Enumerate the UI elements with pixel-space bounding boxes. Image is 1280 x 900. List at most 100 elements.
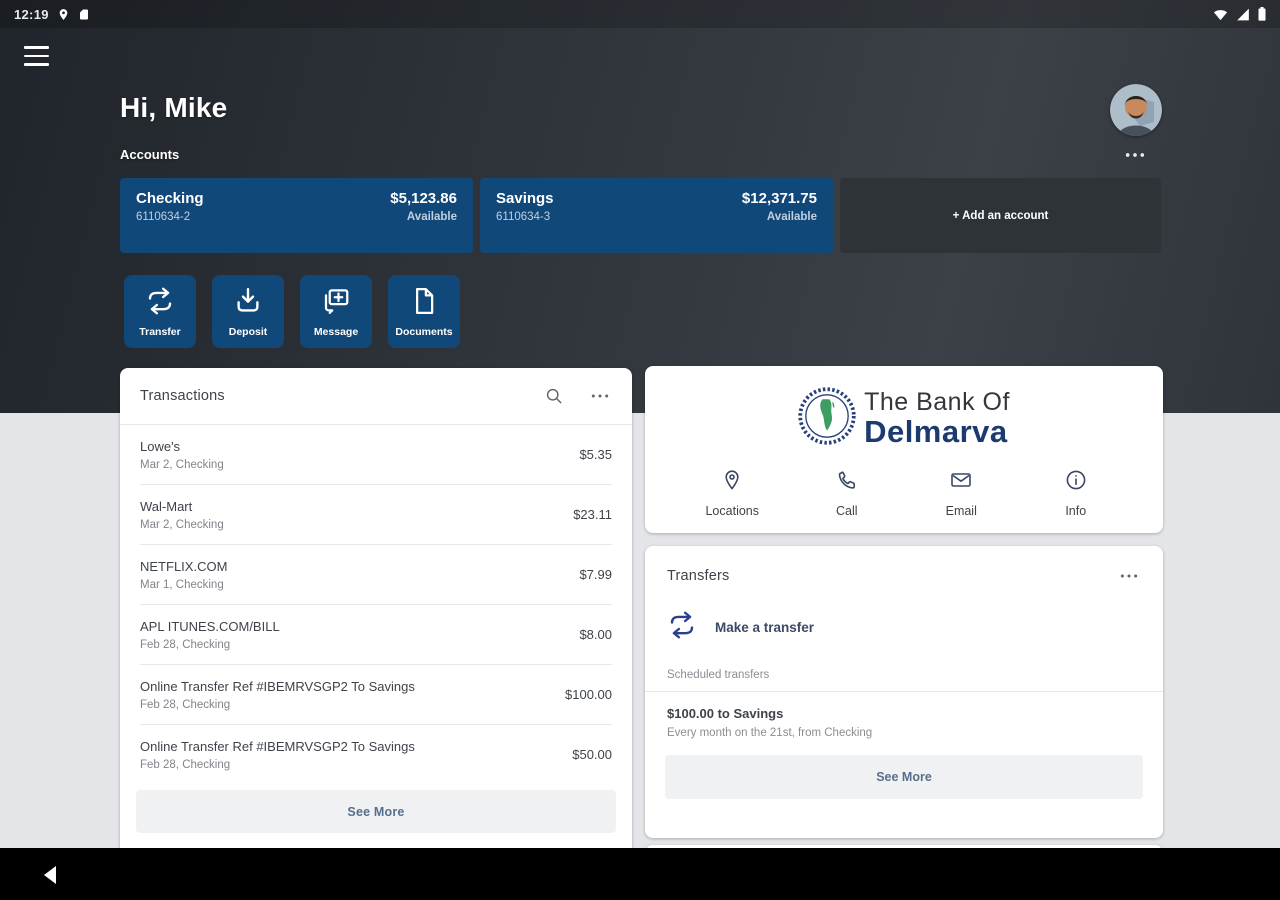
transfer-button[interactable]: Transfer (124, 275, 196, 348)
menu-icon[interactable] (24, 46, 49, 66)
transaction-meta: Mar 2, Checking (140, 458, 224, 471)
transactions-card: Transactions Lowe's Mar 2, Checking $5.3… (120, 368, 632, 860)
quick-actions: Transfer Deposit Message Documents (124, 275, 460, 348)
transactions-title: Transactions (140, 388, 225, 404)
add-account-button[interactable]: + Add an account (840, 178, 1161, 253)
transaction-row[interactable]: APL ITUNES.COM/BILL Feb 28, Checking $8.… (120, 605, 632, 664)
account-name: Checking (136, 190, 204, 207)
quick-action-label: Message (313, 326, 359, 338)
make-transfer-button[interactable]: Make a transfer (645, 610, 1163, 645)
transfers-more-icon[interactable] (1117, 571, 1141, 581)
transactions-see-more-button[interactable]: See More (136, 790, 616, 833)
transaction-merchant: Lowe's (140, 438, 181, 454)
transaction-merchant: Wal-Mart (140, 498, 193, 514)
quick-action-label: Transfer (139, 326, 181, 338)
transaction-meta: Feb 28, Checking (140, 758, 231, 771)
transfers-header: Transfers (645, 546, 1163, 584)
bank-seal-icon (798, 387, 856, 450)
transaction-row[interactable]: Wal-Mart Mar 2, Checking $23.11 (120, 485, 632, 544)
call-button[interactable]: Call (802, 468, 892, 518)
scheduled-transfer-row[interactable]: $100.00 to Savings Every month on the 21… (645, 692, 1163, 739)
contact-label: Locations (705, 504, 759, 518)
cell-signal-icon (1236, 8, 1250, 21)
bank-contacts-row: Locations Call Email Info (645, 468, 1163, 518)
search-icon[interactable] (542, 384, 566, 408)
transfer-icon (145, 286, 175, 319)
savings-account-card[interactable]: Savings 6110634-3 $12,371.75 Available (480, 178, 833, 253)
transaction-amount: $8.00 (579, 627, 612, 642)
deposit-button[interactable]: Deposit (212, 275, 284, 348)
transaction-row[interactable]: Lowe's Mar 2, Checking $5.35 (120, 425, 632, 484)
phone-icon (835, 468, 859, 495)
account-number: 6110634-2 (136, 211, 191, 223)
transfers-title: Transfers (667, 568, 730, 584)
sd-card-icon (78, 8, 90, 21)
transaction-amount: $7.99 (579, 567, 612, 582)
scheduled-transfer-meta: Every month on the 21st, from Checking (667, 727, 873, 739)
location-pin-icon (720, 468, 744, 495)
battery-icon (1258, 7, 1266, 21)
info-icon (1064, 468, 1088, 495)
transaction-amount: $5.35 (579, 447, 612, 462)
make-transfer-label: Make a transfer (715, 620, 815, 635)
deposit-icon (233, 286, 263, 319)
message-button[interactable]: Message (300, 275, 372, 348)
transaction-meta: Mar 1, Checking (140, 578, 224, 591)
transaction-row[interactable]: Online Transfer Ref #IBEMRVSGP2 To Savin… (120, 725, 632, 784)
transaction-meta: Mar 2, Checking (140, 518, 224, 531)
transaction-amount: $50.00 (572, 747, 612, 762)
location-pin-icon (57, 8, 70, 21)
bank-name-line2: Delmarva (864, 414, 1008, 449)
transaction-meta: Feb 28, Checking (140, 698, 231, 711)
message-icon (321, 286, 351, 319)
contact-label: Email (945, 504, 977, 518)
documents-icon (409, 286, 439, 319)
transaction-row[interactable]: NETFLIX.COM Mar 1, Checking $7.99 (120, 545, 632, 604)
transfer-icon (667, 610, 697, 645)
contact-label: Call (835, 504, 858, 518)
bank-logo: The Bank Of Delmarva (645, 387, 1163, 450)
info-button[interactable]: Info (1031, 468, 1121, 518)
transfers-card: Transfers Make a transfer Scheduled tran… (645, 546, 1163, 838)
email-button[interactable]: Email (916, 468, 1006, 518)
transfers-see-more-button[interactable]: See More (665, 755, 1143, 799)
back-icon[interactable] (40, 864, 60, 886)
banking-app-screen: 12:19 Hi, Mike Accounts Checking 6110634… (0, 0, 1280, 900)
documents-button[interactable]: Documents (388, 275, 460, 348)
transaction-meta: Feb 28, Checking (140, 638, 231, 651)
quick-action-label: Documents (395, 326, 453, 338)
transactions-more-icon[interactable] (588, 391, 612, 401)
accounts-more-icon[interactable] (1124, 146, 1146, 161)
accounts-section-label: Accounts (120, 147, 180, 162)
account-name: Savings (496, 190, 554, 207)
contact-label: Info (1065, 504, 1087, 518)
account-availability: Available (766, 211, 817, 223)
bank-info-card: The Bank Of Delmarva Locations Call Emai… (645, 366, 1163, 533)
transaction-merchant: NETFLIX.COM (140, 558, 228, 574)
bank-name-line1: The Bank Of (864, 388, 1010, 416)
recents-icon[interactable] (1223, 864, 1240, 881)
transaction-amount: $100.00 (565, 687, 612, 702)
avatar[interactable] (1110, 84, 1162, 136)
home-icon[interactable] (120, 864, 136, 880)
status-bar: 12:19 (0, 0, 1280, 28)
checking-account-card[interactable]: Checking 6110634-2 $5,123.86 Available (120, 178, 473, 253)
transaction-merchant: Online Transfer Ref #IBEMRVSGP2 To Savin… (140, 678, 415, 694)
greeting-title: Hi, Mike (120, 92, 228, 123)
account-number: 6110634-3 (496, 211, 551, 223)
account-balance: $12,371.75 (741, 190, 817, 207)
account-balance: $5,123.86 (390, 190, 457, 207)
envelope-icon (948, 468, 974, 495)
transaction-merchant: Online Transfer Ref #IBEMRVSGP2 To Savin… (140, 738, 415, 754)
wifi-icon (1213, 8, 1228, 21)
scheduled-transfer-title: $100.00 to Savings (667, 706, 784, 721)
locations-button[interactable]: Locations (687, 468, 777, 518)
quick-action-label: Deposit (228, 326, 268, 338)
clock: 12:19 (14, 6, 49, 22)
accounts-row: Checking 6110634-2 $5,123.86 Available S… (120, 178, 1161, 253)
transaction-merchant: APL ITUNES.COM/BILL (140, 618, 280, 634)
scheduled-transfers-heading: Scheduled transfers (667, 669, 770, 681)
transaction-row[interactable]: Online Transfer Ref #IBEMRVSGP2 To Savin… (120, 665, 632, 724)
transaction-amount: $23.11 (573, 507, 612, 522)
transactions-header: Transactions (120, 368, 632, 425)
